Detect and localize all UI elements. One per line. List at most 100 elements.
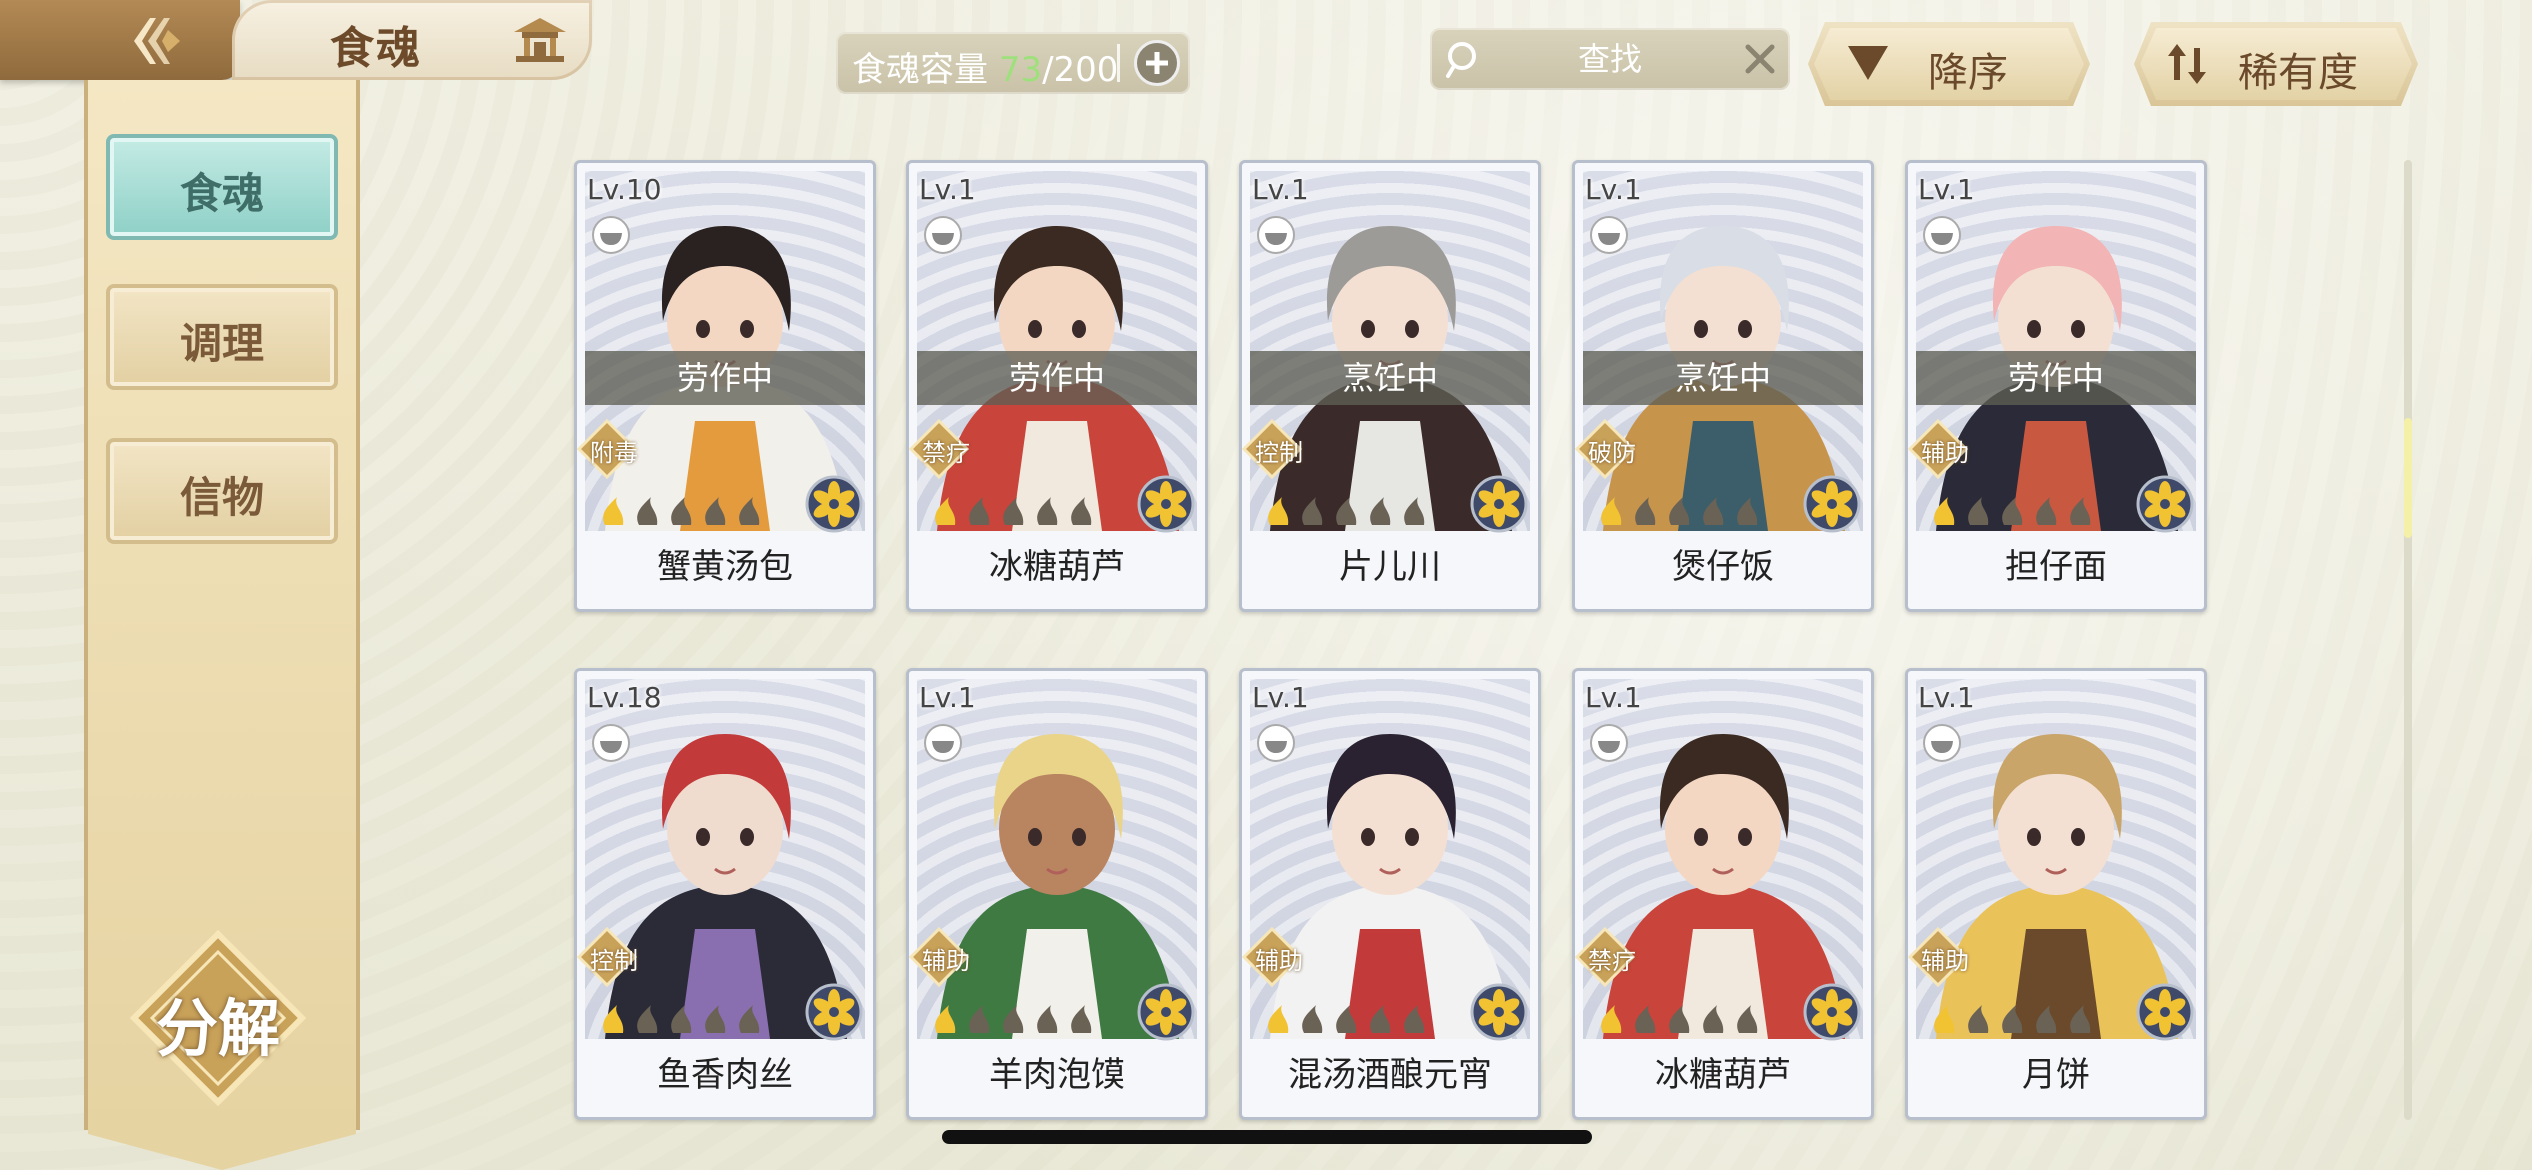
capacity-label: 食魂容量 73/200	[852, 42, 1118, 91]
flower-emblem-icon	[1470, 475, 1528, 533]
capacity-current: 73	[998, 50, 1043, 90]
food-soul-name: 片儿川	[1339, 547, 1441, 587]
flower-emblem-icon	[2136, 475, 2194, 533]
sidebar-item-label: 信物	[179, 473, 264, 522]
food-soul-name: 冰糖葫芦	[989, 547, 1125, 587]
status-band: 烹饪中	[1250, 351, 1530, 405]
bowl-icon	[924, 216, 962, 254]
star-rating	[1601, 1005, 1758, 1033]
flower-emblem-icon	[805, 475, 863, 533]
level-label: Lv.1	[1252, 173, 1309, 206]
back-tab[interactable]	[0, 0, 240, 80]
role-label: 辅助	[922, 947, 970, 975]
food-soul-name: 冰糖葫芦	[1655, 1055, 1791, 1095]
star-rating	[1268, 1005, 1425, 1033]
swap-sort-icon	[2168, 44, 2206, 84]
sort-order-button[interactable]: 降序	[1808, 22, 2090, 106]
bowl-icon	[1257, 216, 1295, 254]
star-rating	[1934, 1005, 2091, 1033]
add-capacity-button[interactable]	[1134, 40, 1180, 86]
star-rating	[1601, 497, 1758, 525]
search-input[interactable]	[1500, 36, 1720, 82]
search-icon	[1446, 42, 1476, 78]
level-label: Lv.1	[1585, 681, 1642, 714]
star-rating	[603, 1005, 760, 1033]
sort-order-label: 降序	[1928, 50, 2008, 96]
level-label: Lv.1	[1918, 173, 1975, 206]
sidebar-item-conditioning[interactable]: 调理	[106, 284, 338, 390]
role-label: 禁疗	[922, 439, 970, 467]
role-label: 辅助	[1921, 947, 1969, 975]
bowl-icon	[1923, 216, 1961, 254]
food-soul-name: 鱼香肉丝	[657, 1055, 793, 1095]
role-label: 附毒	[590, 439, 638, 467]
level-label: Lv.1	[1918, 681, 1975, 714]
food-soul-card[interactable]: Lv.1 烹饪中 控制 片儿川	[1239, 160, 1541, 612]
food-soul-card[interactable]: Lv.18 控制 鱼香肉丝	[574, 668, 876, 1120]
home-indicator	[942, 1130, 1592, 1144]
bowl-icon	[592, 216, 630, 254]
decompose-label: 分解	[155, 992, 280, 1065]
descending-icon	[1848, 46, 1888, 80]
level-label: Lv.18	[587, 681, 662, 714]
sort-rarity-label: 稀有度	[2238, 50, 2358, 96]
role-label: 辅助	[1921, 439, 1969, 467]
capacity-divider	[1117, 44, 1120, 82]
star-rating	[1268, 497, 1425, 525]
flower-emblem-icon	[2136, 983, 2194, 1041]
bowl-icon	[1590, 724, 1628, 762]
bowl-icon	[1257, 724, 1295, 762]
food-soul-card[interactable]: Lv.1 劳作中 辅助 担仔面	[1905, 160, 2207, 612]
food-soul-name: 月饼	[2022, 1055, 2090, 1095]
level-label: Lv.1	[1585, 173, 1642, 206]
clear-search-icon[interactable]	[1742, 41, 1778, 77]
food-soul-card[interactable]: Lv.1 辅助 混汤酒酿元宵	[1239, 668, 1541, 1120]
sidebar-item-tokens[interactable]: 信物	[106, 438, 338, 544]
food-soul-card[interactable]: Lv.10 劳作中 附毒 蟹黄汤包	[574, 160, 876, 612]
flower-emblem-icon	[1803, 475, 1861, 533]
flower-emblem-icon	[1137, 983, 1195, 1041]
bowl-icon	[1923, 724, 1961, 762]
back-arrow-icon[interactable]	[128, 12, 186, 70]
star-rating	[935, 497, 1092, 525]
food-soul-card[interactable]: Lv.1 禁疗 冰糖葫芦	[1572, 668, 1874, 1120]
capacity-box: 食魂容量 73/200	[836, 32, 1190, 94]
food-soul-card[interactable]: Lv.1 烹饪中 破防 煲仔饭	[1572, 160, 1874, 612]
star-rating	[935, 1005, 1092, 1033]
bowl-icon	[1590, 216, 1628, 254]
food-soul-name: 蟹黄汤包	[657, 547, 793, 587]
role-label: 辅助	[1255, 947, 1303, 975]
flower-emblem-icon	[1803, 983, 1861, 1041]
level-label: Lv.10	[587, 173, 662, 206]
sidebar-item-label: 食魂	[179, 169, 264, 218]
food-soul-name: 混汤酒酿元宵	[1288, 1055, 1492, 1095]
sidebar-item-label: 调理	[179, 319, 264, 368]
bowl-icon	[924, 724, 962, 762]
star-rating	[603, 497, 760, 525]
status-band: 劳作中	[585, 351, 865, 405]
flower-emblem-icon	[805, 983, 863, 1041]
pavilion-icon[interactable]	[510, 14, 570, 66]
capacity-title: 食魂容量	[852, 50, 988, 90]
status-band: 劳作中	[917, 351, 1197, 405]
food-soul-card[interactable]: Lv.1 辅助 羊肉泡馍	[906, 668, 1208, 1120]
scrollbar[interactable]	[2404, 160, 2412, 1120]
flower-emblem-icon	[1137, 475, 1195, 533]
scrollbar-thumb[interactable]	[2404, 418, 2412, 538]
status-band: 劳作中	[1916, 351, 2196, 405]
sort-rarity-button[interactable]: 稀有度	[2134, 22, 2418, 106]
page-title: 食魂	[330, 23, 422, 74]
level-label: Lv.1	[1252, 681, 1309, 714]
search-box	[1430, 28, 1790, 90]
role-label: 禁疗	[1588, 947, 1636, 975]
status-band: 烹饪中	[1583, 351, 1863, 405]
role-label: 破防	[1588, 439, 1636, 467]
capacity-max: /200	[1042, 50, 1119, 90]
food-soul-name: 煲仔饭	[1672, 547, 1774, 587]
role-label: 控制	[590, 947, 638, 975]
level-label: Lv.1	[919, 173, 976, 206]
sidebar-item-food-souls[interactable]: 食魂	[106, 134, 338, 240]
food-soul-card[interactable]: Lv.1 辅助 月饼	[1905, 668, 2207, 1120]
bowl-icon	[592, 724, 630, 762]
food-soul-card[interactable]: Lv.1 劳作中 禁疗 冰糖葫芦	[906, 160, 1208, 612]
